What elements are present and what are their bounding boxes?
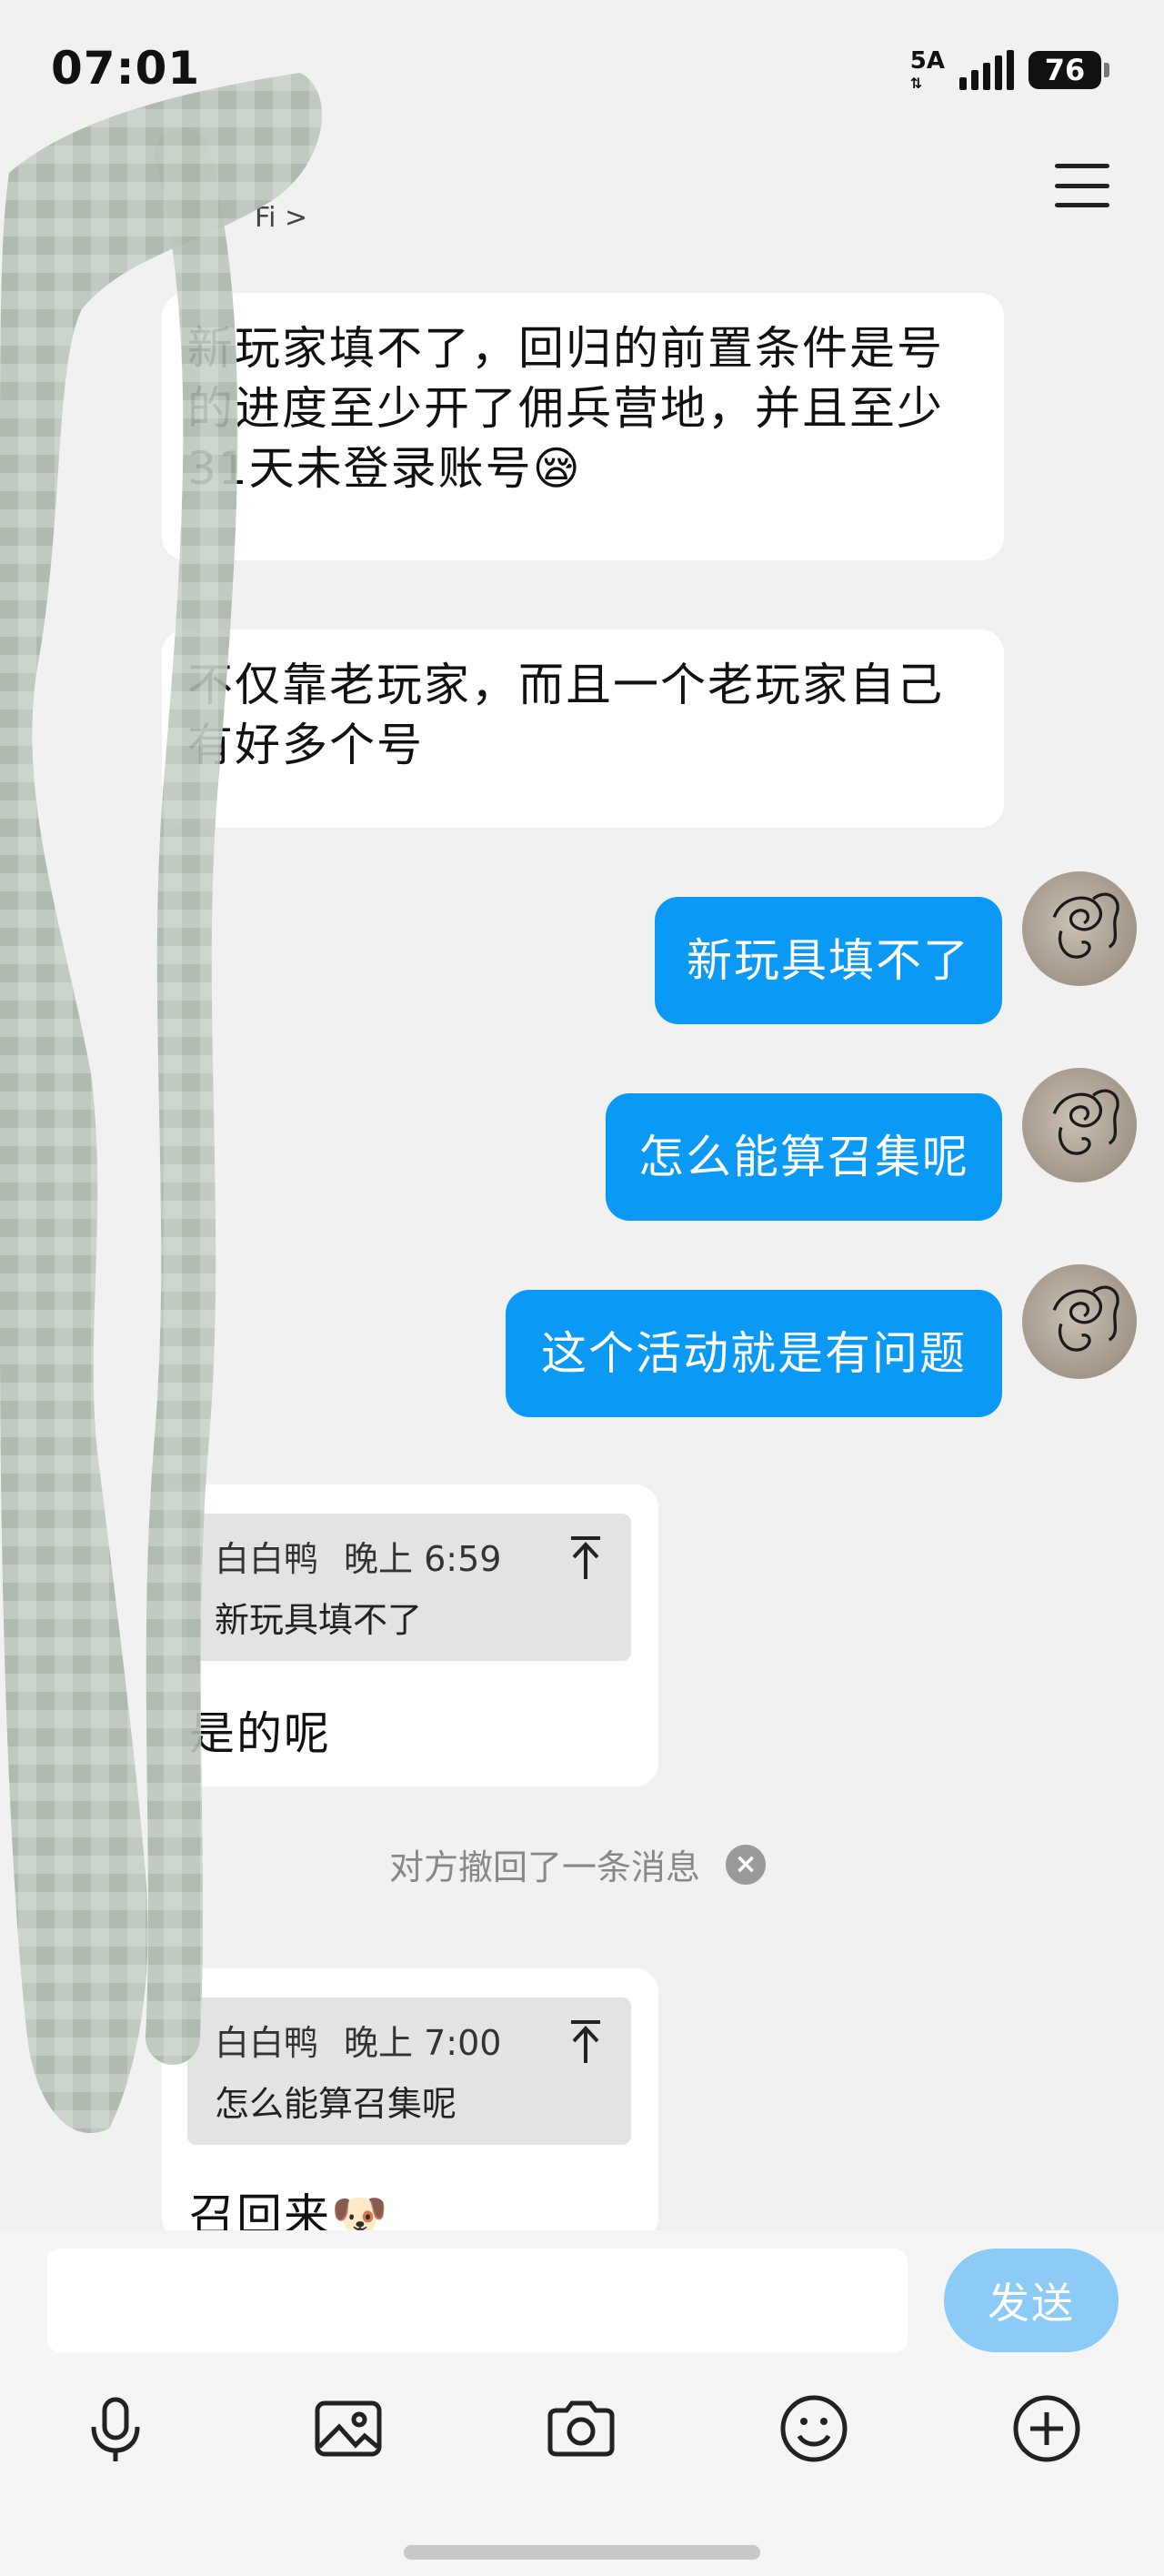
status-indicators: 5A ⇅ 76 (910, 49, 1109, 91)
send-button[interactable]: 发送 (944, 2249, 1119, 2352)
user-avatar[interactable] (1022, 871, 1137, 986)
chat-subtitle[interactable]: Fi > (255, 202, 307, 234)
outgoing-message[interactable]: 这个活动就是有问题 (506, 1290, 1002, 1417)
jump-to-original-icon[interactable] (567, 1534, 604, 1581)
incoming-message[interactable]: 新玩家填不了，回归的前置条件是号 的进度至少开了佣兵营地，并且至少 31天未登录… (162, 293, 1004, 560)
message-line: 不仅靠老玩家，而且一个老玩家自己 (187, 659, 944, 711)
user-avatar[interactable] (1022, 1068, 1137, 1182)
signal-icon (959, 50, 1014, 90)
input-toolbar (0, 2383, 1164, 2474)
menu-icon[interactable] (1055, 164, 1109, 207)
image-icon[interactable] (307, 2383, 389, 2474)
incoming-message[interactable]: 不仅靠老玩家，而且一个老玩家自己 有好多个号 (162, 629, 1004, 828)
message-text: 怎么能算召集呢 (638, 1131, 969, 1183)
quote-sender: 白白鸭 (215, 2022, 319, 2063)
network-indicator: 5A ⇅ (910, 49, 945, 91)
recall-text: 对方撤回了一条消息 (389, 1847, 701, 1887)
message-text: 这个活动就是有问题 (541, 1327, 967, 1380)
message-input[interactable] (47, 2249, 908, 2352)
message-text: 新玩具填不了 (687, 934, 970, 987)
message-line: 有好多个号 (187, 719, 424, 771)
home-indicator[interactable] (404, 2545, 760, 2560)
message-line: 31天未登录账号😪 (187, 442, 582, 495)
user-avatar[interactable] (1022, 1264, 1137, 1379)
jump-to-original-icon[interactable] (567, 2018, 604, 2065)
recall-notice: 对方撤回了一条消息 × (389, 1839, 767, 1889)
microphone-icon[interactable] (75, 2383, 156, 2474)
camera-icon[interactable] (540, 2383, 622, 2474)
outgoing-message[interactable]: 新玩具填不了 (655, 897, 1002, 1024)
emoji-icon[interactable] (773, 2383, 855, 2474)
chat-screen: 07:01 5A ⇅ 76 Fi > 新玩家填不了，回归的前置条件是号 的进度至… (0, 0, 1164, 2576)
plus-icon[interactable] (1006, 2383, 1088, 2474)
quote-time: 晚上 6:59 (344, 1538, 502, 1579)
quote-sender: 白白鸭 (215, 1538, 319, 1579)
network-label: 5A (909, 47, 945, 75)
reply-text: 是的呢 (189, 1707, 331, 1760)
battery-icon: 76 (1029, 51, 1109, 89)
outgoing-message[interactable]: 怎么能算召集呢 (606, 1093, 1002, 1221)
battery-level: 76 (1029, 51, 1101, 89)
status-time: 07:01 (51, 42, 201, 95)
message-line: 的进度至少开了佣兵营地，并且至少 (187, 382, 944, 435)
message-composer: 发送 (0, 2230, 1164, 2576)
data-arrows-icon: ⇅ (909, 75, 923, 92)
quote-text: 新玩具填不了 (215, 1600, 423, 1640)
quoted-message[interactable]: 白白鸭 晚上 6:59 新玩具填不了 (187, 1514, 631, 1661)
quote-time: 晚上 7:00 (344, 2022, 502, 2063)
quoted-message[interactable]: 白白鸭 晚上 7:00 怎么能算召集呢 (187, 1997, 631, 2145)
message-line: 新玩家填不了，回归的前置条件是号 (187, 322, 944, 375)
quote-text: 怎么能算召集呢 (215, 2084, 457, 2124)
close-icon[interactable]: × (726, 1844, 767, 1885)
